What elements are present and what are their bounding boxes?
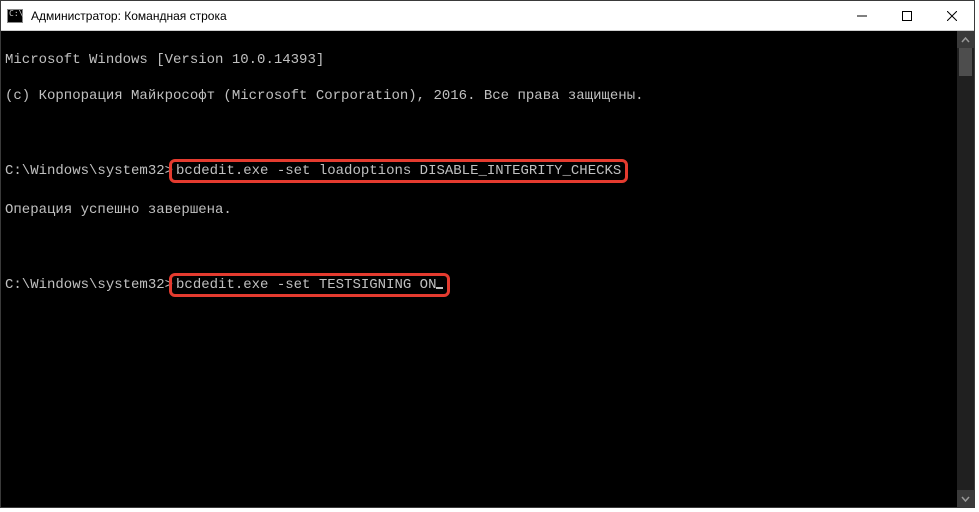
window-title: Администратор: Командная строка bbox=[29, 9, 839, 23]
highlight-box-1: bcdedit.exe -set loadoptions DISABLE_INT… bbox=[169, 159, 628, 183]
console-command-line-2: C:\Windows\system32>bcdedit.exe -set TES… bbox=[5, 273, 970, 297]
console-command-line-1: C:\Windows\system32>bcdedit.exe -set loa… bbox=[5, 159, 970, 183]
command-prompt-icon bbox=[7, 9, 23, 23]
minimize-button[interactable] bbox=[839, 1, 884, 30]
titlebar[interactable]: Администратор: Командная строка bbox=[1, 1, 974, 31]
prompt-2: C:\Windows\system32> bbox=[5, 277, 173, 293]
close-icon bbox=[947, 11, 957, 21]
chevron-up-icon bbox=[961, 37, 970, 43]
maximize-button[interactable] bbox=[884, 1, 929, 30]
close-button[interactable] bbox=[929, 1, 974, 30]
scroll-up-button[interactable] bbox=[957, 31, 974, 48]
console-output[interactable]: Microsoft Windows [Version 10.0.14393] (… bbox=[1, 31, 974, 507]
chevron-down-icon bbox=[961, 496, 970, 502]
minimize-icon bbox=[857, 11, 867, 21]
window-controls bbox=[839, 1, 974, 30]
console-copyright-line: (c) Корпорация Майкрософт (Microsoft Cor… bbox=[5, 87, 970, 105]
console-result-1: Операция успешно завершена. bbox=[5, 201, 970, 219]
vertical-scrollbar[interactable] bbox=[957, 31, 974, 507]
scroll-track[interactable] bbox=[957, 48, 974, 490]
scroll-down-button[interactable] bbox=[957, 490, 974, 507]
console-header-line: Microsoft Windows [Version 10.0.14393] bbox=[5, 51, 970, 69]
console-blank-line-2 bbox=[5, 237, 970, 255]
highlight-box-2: bcdedit.exe -set TESTSIGNING ON bbox=[169, 273, 450, 297]
console-blank-line bbox=[5, 123, 970, 141]
maximize-icon bbox=[902, 11, 912, 21]
scroll-thumb[interactable] bbox=[959, 48, 972, 76]
app-icon-wrap bbox=[1, 1, 29, 31]
command-prompt-window: Администратор: Командная строка Microsof… bbox=[0, 0, 975, 508]
command-2: bcdedit.exe -set TESTSIGNING ON bbox=[176, 277, 436, 293]
command-1: bcdedit.exe -set loadoptions DISABLE_INT… bbox=[176, 163, 621, 179]
prompt-1: C:\Windows\system32> bbox=[5, 163, 173, 179]
text-cursor bbox=[436, 287, 443, 289]
